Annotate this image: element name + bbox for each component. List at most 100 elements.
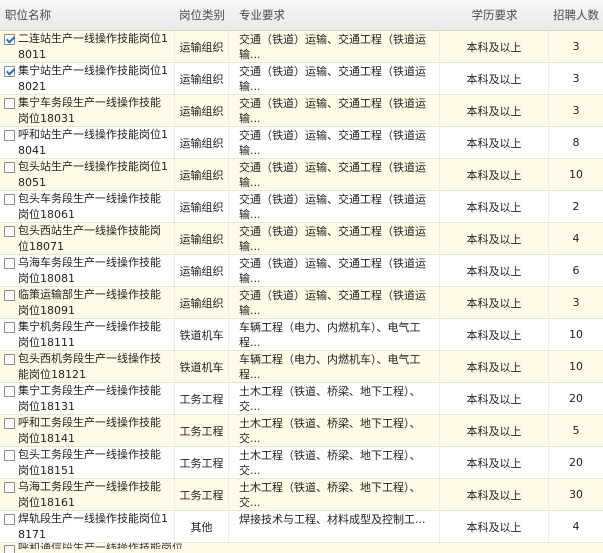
count-cell: 4	[572, 232, 580, 245]
row-checkbox[interactable]	[4, 194, 15, 205]
job-positions-grid: 职位名称 岗位类别 专业要求 学历要求 招聘人数 二连站生产一线操作技能岗位18…	[0, 0, 603, 553]
count-cell: 3	[572, 40, 580, 53]
row-checkbox[interactable]	[4, 66, 15, 77]
row-checkbox[interactable]	[4, 386, 15, 397]
table-row[interactable]: 临策运输部生产一线操作技能岗位18091 运输组织 交通（铁道）运输、交通工程（铁道…	[0, 287, 603, 319]
education-cell: 本科及以上	[440, 287, 549, 318]
table-row[interactable]: 焊轨段生产一线操作技能岗位18171 其他 焊接技术与工程、材料成型及控制工... 本…	[0, 511, 603, 543]
count-cell: 20	[569, 456, 583, 469]
position-name: 集宁工务段生产一线操作技能岗位18131	[18, 383, 161, 413]
row-checkbox[interactable]	[4, 226, 15, 237]
category-cell: 运输组织	[175, 287, 229, 318]
category-cell: 运输组织	[175, 223, 229, 254]
major-cell: 交通（铁道）运输、交通工程（铁道运输...	[229, 31, 440, 62]
major-cell: 车辆工程（电力、内燃机车）、电气工程...	[229, 319, 440, 350]
row-checkbox[interactable]	[4, 545, 15, 553]
major-cell: 车辆工程（电力、内燃机车）、电气工程...	[229, 351, 440, 382]
table-row-partial[interactable]: 呼和通信段生产一线操作技能岗位	[0, 543, 603, 553]
row-checkbox[interactable]	[4, 322, 15, 333]
count-cell: 30	[569, 488, 583, 501]
major-cell: 土木工程（铁道、桥梁、地下工程）、交...	[229, 415, 440, 446]
table-row[interactable]: 乌海工务段生产一线操作技能岗位18161 工务工程 土木工程（铁道、桥梁、地下工程）…	[0, 479, 603, 511]
table-row[interactable]: 呼和站生产一线操作技能岗位18041 运输组织 交通（铁道）运输、交通工程（铁道运输…	[0, 127, 603, 159]
count-cell: 2	[572, 200, 580, 213]
table-row[interactable]: 集宁车务段生产一线操作技能岗位18031 运输组织 交通（铁道）运输、交通工程（铁道…	[0, 95, 603, 127]
table-row[interactable]: 包头车务段生产一线操作技能岗位18061 运输组织 交通（铁道）运输、交通工程（铁道…	[0, 191, 603, 223]
category-cell: 运输组织	[175, 95, 229, 126]
row-checkbox[interactable]	[4, 98, 15, 109]
row-checkbox[interactable]	[4, 354, 15, 365]
category-cell: 运输组织	[175, 255, 229, 286]
major-cell: 交通（铁道）运输、交通工程（铁道运输...	[229, 63, 440, 94]
row-checkbox[interactable]	[4, 162, 15, 173]
education-cell: 本科及以上	[440, 351, 549, 382]
position-name-cell: 二连站生产一线操作技能岗位18011	[0, 31, 175, 62]
table-row[interactable]: 乌海车务段生产一线操作技能岗位18081 运输组织 交通（铁道）运输、交通工程（铁道…	[0, 255, 603, 287]
table-row[interactable]: 集宁站生产一线操作技能岗位18021 运输组织 交通（铁道）运输、交通工程（铁道运输…	[0, 63, 603, 95]
position-name-cell: 集宁机务段生产一线操作技能岗位18111	[0, 319, 175, 350]
row-checkbox[interactable]	[4, 130, 15, 141]
education-cell: 本科及以上	[440, 447, 549, 478]
position-name: 呼和通信段生产一线操作技能岗位	[18, 543, 183, 549]
education-cell: 本科及以上	[440, 191, 549, 222]
count-cell: 10	[569, 168, 583, 181]
row-checkbox[interactable]	[4, 34, 15, 45]
category-cell: 运输组织	[175, 159, 229, 190]
category-cell: 工务工程	[175, 383, 229, 414]
count-cell: 3	[572, 104, 580, 117]
education-cell: 本科及以上	[440, 127, 549, 158]
major-cell: 交通（铁道）运输、交通工程（铁道运输...	[229, 191, 440, 222]
education-cell: 本科及以上	[440, 255, 549, 286]
major-cell: 土木工程（铁道、桥梁、地下工程）、交...	[229, 383, 440, 414]
education-cell: 本科及以上	[440, 319, 549, 350]
row-checkbox[interactable]	[4, 450, 15, 461]
category-cell: 运输组织	[175, 63, 229, 94]
table-row[interactable]: 二连站生产一线操作技能岗位18011 运输组织 交通（铁道）运输、交通工程（铁道运输…	[0, 31, 603, 63]
row-checkbox[interactable]	[4, 258, 15, 269]
table-row[interactable]: 包头工务段生产一线操作技能岗位18151 工务工程 土木工程（铁道、桥梁、地下工程）…	[0, 447, 603, 479]
table-row[interactable]: 包头站生产一线操作技能岗位18051 运输组织 交通（铁道）运输、交通工程（铁道运输…	[0, 159, 603, 191]
row-checkbox[interactable]	[4, 482, 15, 493]
position-name: 临策运输部生产一线操作技能岗位18091	[18, 287, 161, 317]
education-cell: 本科及以上	[440, 383, 549, 414]
row-checkbox[interactable]	[4, 290, 15, 301]
position-name: 呼和站生产一线操作技能岗位18041	[18, 127, 168, 157]
row-checkbox[interactable]	[4, 514, 15, 525]
position-name-cell: 集宁车务段生产一线操作技能岗位18031	[0, 95, 175, 126]
count-cell: 4	[572, 520, 580, 533]
position-name-cell: 集宁工务段生产一线操作技能岗位18131	[0, 383, 175, 414]
row-checkbox[interactable]	[4, 418, 15, 429]
header-education[interactable]: 学历要求	[440, 7, 549, 23]
table-row[interactable]: 呼和工务段生产一线操作技能岗位18141 工务工程 土木工程（铁道、桥梁、地下工程）…	[0, 415, 603, 447]
position-name-cell: 焊轨段生产一线操作技能岗位18171	[0, 511, 175, 542]
count-cell: 10	[569, 360, 583, 373]
table-row[interactable]: 包头西机务段生产一线操作技能岗位18121 铁道机车 车辆工程（电力、内燃机车）、电…	[0, 351, 603, 383]
education-cell: 本科及以上	[440, 159, 549, 190]
grid-body: 二连站生产一线操作技能岗位18011 运输组织 交通（铁道）运输、交通工程（铁道运输…	[0, 31, 603, 543]
position-name: 包头站生产一线操作技能岗位18051	[18, 159, 168, 189]
table-row[interactable]: 集宁机务段生产一线操作技能岗位18111 铁道机车 车辆工程（电力、内燃机车）、电气…	[0, 319, 603, 351]
position-name-cell: 包头西站生产一线操作技能岗位18071	[0, 223, 175, 254]
table-row[interactable]: 包头西站生产一线操作技能岗位18071 运输组织 交通（铁道）运输、交通工程（铁道运…	[0, 223, 603, 255]
position-name-cell: 呼和工务段生产一线操作技能岗位18141	[0, 415, 175, 446]
header-category[interactable]: 岗位类别	[175, 7, 229, 23]
position-name-cell: 临策运输部生产一线操作技能岗位18091	[0, 287, 175, 318]
position-name: 二连站生产一线操作技能岗位18011	[18, 31, 168, 61]
position-name-cell: 呼和站生产一线操作技能岗位18041	[0, 127, 175, 158]
table-row[interactable]: 集宁工务段生产一线操作技能岗位18131 工务工程 土木工程（铁道、桥梁、地下工程）…	[0, 383, 603, 415]
position-name: 焊轨段生产一线操作技能岗位18171	[18, 511, 168, 541]
category-cell: 运输组织	[175, 127, 229, 158]
position-name: 集宁机务段生产一线操作技能岗位18111	[18, 319, 161, 349]
count-cell: 3	[572, 72, 580, 85]
header-position-name[interactable]: 职位名称	[0, 7, 175, 23]
header-major[interactable]: 专业要求	[229, 7, 440, 23]
category-cell: 运输组织	[175, 191, 229, 222]
category-cell: 工务工程	[175, 447, 229, 478]
position-name: 乌海车务段生产一线操作技能岗位18081	[18, 255, 161, 285]
major-cell: 交通（铁道）运输、交通工程（铁道运输...	[229, 255, 440, 286]
education-cell: 本科及以上	[440, 31, 549, 62]
major-cell: 土木工程（铁道、桥梁、地下工程）、交...	[229, 479, 440, 510]
position-name-cell: 乌海工务段生产一线操作技能岗位18161	[0, 479, 175, 510]
major-cell: 交通（铁道）运输、交通工程（铁道运输...	[229, 223, 440, 254]
header-count[interactable]: 招聘人数	[549, 7, 603, 23]
